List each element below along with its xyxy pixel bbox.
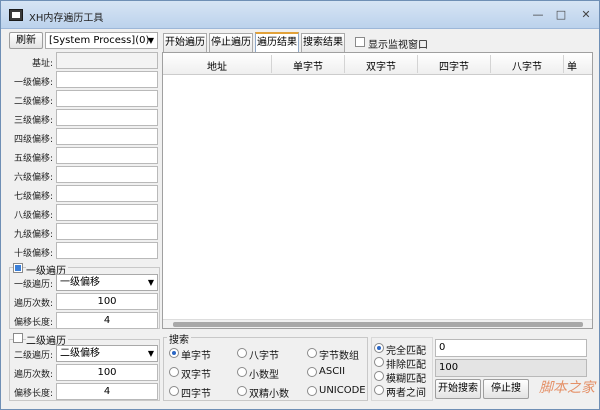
offset-label-9: 九级偏移: bbox=[13, 230, 53, 240]
traverse1-checkbox[interactable] bbox=[13, 263, 23, 273]
offset-field-8[interactable] bbox=[56, 204, 158, 221]
offset-field-5[interactable] bbox=[56, 147, 158, 164]
offset-field-9[interactable] bbox=[56, 223, 158, 240]
type-radio-qword[interactable] bbox=[237, 348, 247, 358]
type-label-double: 双精小数 bbox=[249, 389, 289, 400]
traverse1-level-select[interactable]: 一级偏移 ▼ bbox=[56, 274, 158, 291]
tab-traverse-result[interactable]: 遍历结果 bbox=[255, 32, 299, 52]
type-label-bytearray: 字节数组 bbox=[319, 351, 359, 362]
app-window: XH内存遍历工具 — □ ✕ 刷新 [System Process](0) ▼ … bbox=[0, 0, 600, 410]
type-radio-double[interactable] bbox=[237, 386, 247, 396]
title-bar[interactable]: XH内存遍历工具 — □ ✕ bbox=[1, 1, 599, 29]
offset-label-8: 八级偏移: bbox=[13, 211, 53, 221]
offset-label-5: 五级偏移: bbox=[13, 154, 53, 164]
traverse1-step-label: 偏移长度: bbox=[13, 318, 53, 328]
search-group-title: 搜索 bbox=[167, 331, 191, 346]
mode-label-fuzzy: 模糊匹配 bbox=[386, 374, 426, 385]
column-byte[interactable]: 单字节 bbox=[272, 58, 344, 73]
monitor-label: 显示监视窗口 bbox=[368, 40, 428, 51]
mode-label-between: 两者之间 bbox=[386, 388, 426, 399]
traverse1-step-field[interactable]: 4 bbox=[56, 312, 158, 329]
search-value-input[interactable]: 0 bbox=[435, 339, 587, 357]
tab-start-traverse[interactable]: 开始遍历 bbox=[163, 33, 207, 52]
monitor-checkbox[interactable] bbox=[355, 37, 365, 47]
column-qword[interactable]: 八字节 bbox=[491, 58, 563, 73]
result-grid[interactable]: 地址 单字节 双字节 四字节 八字节 单 bbox=[162, 52, 593, 329]
search-range-input[interactable]: 100 bbox=[435, 359, 587, 377]
process-select[interactable]: [System Process](0) ▼ bbox=[45, 32, 158, 49]
mode-radio-between[interactable] bbox=[374, 385, 384, 395]
offset-label-1: 一级偏移: bbox=[13, 78, 53, 88]
type-label-byte: 单字节 bbox=[181, 351, 211, 362]
type-label-dword: 四字节 bbox=[181, 389, 211, 400]
column-word[interactable]: 双字节 bbox=[345, 58, 417, 73]
tab-stop-traverse[interactable]: 停止遍历 bbox=[209, 33, 253, 52]
type-radio-float[interactable] bbox=[237, 367, 247, 377]
close-button[interactable]: ✕ bbox=[577, 7, 595, 23]
mode-radio-exclude[interactable] bbox=[374, 357, 384, 367]
offset-field-7[interactable] bbox=[56, 185, 158, 202]
traverse1-level-label: 一级遍历: bbox=[13, 280, 53, 290]
type-label-unicode: UNICODE bbox=[319, 385, 366, 396]
type-radio-ascii[interactable] bbox=[307, 367, 317, 377]
type-radio-bytearray[interactable] bbox=[307, 348, 317, 358]
maximize-button[interactable]: □ bbox=[552, 7, 570, 23]
scrollbar-thumb[interactable] bbox=[173, 322, 583, 327]
type-radio-unicode[interactable] bbox=[307, 386, 317, 396]
traverse2-level-select[interactable]: 二级偏移 ▼ bbox=[56, 345, 158, 362]
type-radio-byte[interactable] bbox=[169, 348, 179, 358]
tab-search-result[interactable]: 搜索结果 bbox=[301, 33, 345, 52]
start-search-button[interactable]: 开始搜索 bbox=[435, 379, 481, 399]
offset-field-10[interactable] bbox=[56, 242, 158, 259]
traverse1-level-value: 一级偏移 bbox=[60, 277, 100, 288]
traverse2-step-label: 偏移长度: bbox=[13, 389, 53, 399]
traverse1-count-label: 遍历次数: bbox=[13, 299, 53, 309]
offset-label-4: 四级偏移: bbox=[13, 135, 53, 145]
column-divider bbox=[563, 55, 564, 73]
type-radio-dword[interactable] bbox=[169, 386, 179, 396]
offset-label-7: 七级偏移: bbox=[13, 192, 53, 202]
column-float-partial[interactable]: 单 bbox=[567, 58, 592, 73]
offset-label-6: 六级偏移: bbox=[13, 173, 53, 183]
traverse2-count-label: 遍历次数: bbox=[13, 370, 53, 380]
offset-field-4[interactable] bbox=[56, 128, 158, 145]
chevron-down-icon: ▼ bbox=[147, 278, 154, 287]
offset-field-6[interactable] bbox=[56, 166, 158, 183]
traverse2-checkbox[interactable] bbox=[13, 333, 23, 343]
offset-field-2[interactable] bbox=[56, 90, 158, 107]
chevron-down-icon: ▼ bbox=[147, 36, 154, 45]
base-label: 基址: bbox=[31, 59, 53, 69]
traverse2-level-label: 二级遍历: bbox=[13, 351, 53, 361]
mode-label-exclude: 排除匹配 bbox=[386, 360, 426, 371]
app-icon bbox=[9, 9, 23, 21]
mode-radio-exact[interactable] bbox=[374, 343, 384, 353]
offset-label-10: 十级偏移: bbox=[13, 249, 53, 259]
offset-field-1[interactable] bbox=[56, 71, 158, 88]
traverse2-count-field[interactable]: 100 bbox=[56, 364, 158, 381]
traverse1-count-field[interactable]: 100 bbox=[56, 293, 158, 310]
base-field[interactable] bbox=[56, 52, 158, 69]
type-label-qword: 八字节 bbox=[249, 351, 279, 362]
watermark: 脚本之家 bbox=[539, 380, 595, 396]
refresh-button[interactable]: 刷新 bbox=[9, 32, 43, 49]
minimize-button[interactable]: — bbox=[529, 7, 547, 23]
chevron-down-icon: ▼ bbox=[147, 349, 154, 358]
type-label-word: 双字节 bbox=[181, 370, 211, 381]
mode-radio-fuzzy[interactable] bbox=[374, 371, 384, 381]
type-label-float: 小数型 bbox=[249, 370, 279, 381]
offset-label-3: 三级偏移: bbox=[13, 116, 53, 126]
horizontal-scrollbar[interactable] bbox=[163, 319, 592, 328]
process-select-value: [System Process](0) bbox=[49, 35, 150, 46]
column-dword[interactable]: 四字节 bbox=[418, 58, 490, 73]
offset-field-3[interactable] bbox=[56, 109, 158, 126]
traverse2-level-value: 二级偏移 bbox=[60, 348, 100, 359]
column-address[interactable]: 地址 bbox=[163, 58, 271, 73]
traverse2-step-field[interactable]: 4 bbox=[56, 383, 158, 400]
type-label-ascii: ASCII bbox=[319, 366, 346, 377]
window-title: XH内存遍历工具 bbox=[29, 13, 104, 24]
type-radio-word[interactable] bbox=[169, 367, 179, 377]
offset-label-2: 二级偏移: bbox=[13, 97, 53, 107]
mode-label-exact: 完全匹配 bbox=[386, 346, 426, 357]
grid-header: 地址 单字节 双字节 四字节 八字节 单 bbox=[163, 53, 592, 75]
